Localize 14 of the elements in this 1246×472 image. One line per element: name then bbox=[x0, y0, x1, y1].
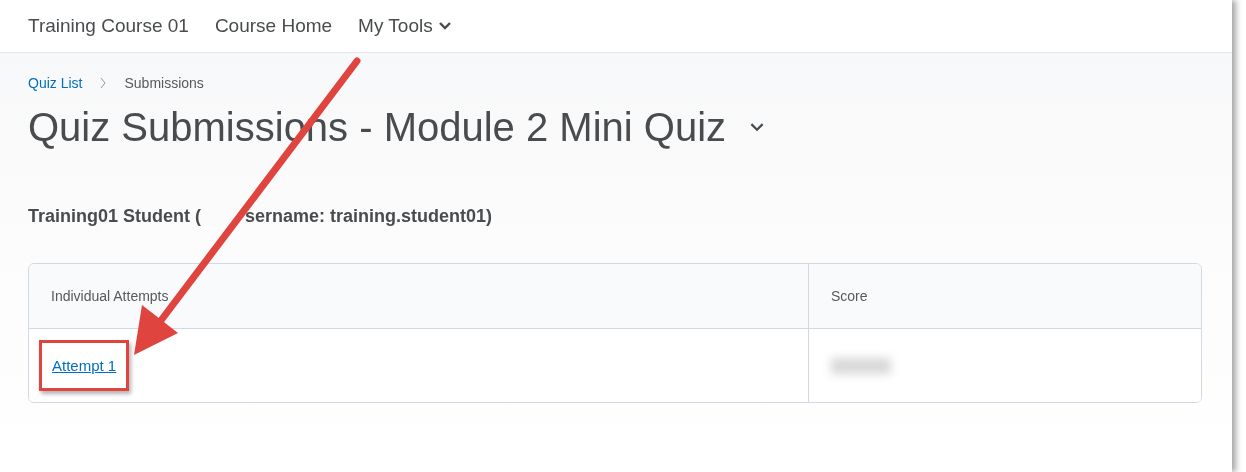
nav-link[interactable]: My Tools bbox=[358, 15, 451, 37]
student-name: sername: training.student01) bbox=[245, 206, 493, 227]
attempt-link[interactable]: Attempt 1 bbox=[39, 340, 130, 391]
blurred-score bbox=[831, 357, 891, 374]
breadcrumb-item[interactable]: Submissions bbox=[124, 75, 204, 91]
chevron-down-icon bbox=[438, 22, 451, 30]
column-header: Individual Attempts bbox=[50, 287, 170, 306]
breadcrumb-item[interactable]: Quiz List bbox=[28, 75, 83, 91]
nav-link[interactable]: Course Home bbox=[214, 15, 333, 37]
chevron-right-icon bbox=[100, 77, 107, 89]
chevron-down-icon[interactable] bbox=[750, 123, 765, 132]
nav-link[interactable]: Training Course 01 bbox=[28, 15, 189, 37]
student-name: Training01 Student ( bbox=[28, 206, 201, 227]
column-header: Score bbox=[808, 264, 1201, 328]
